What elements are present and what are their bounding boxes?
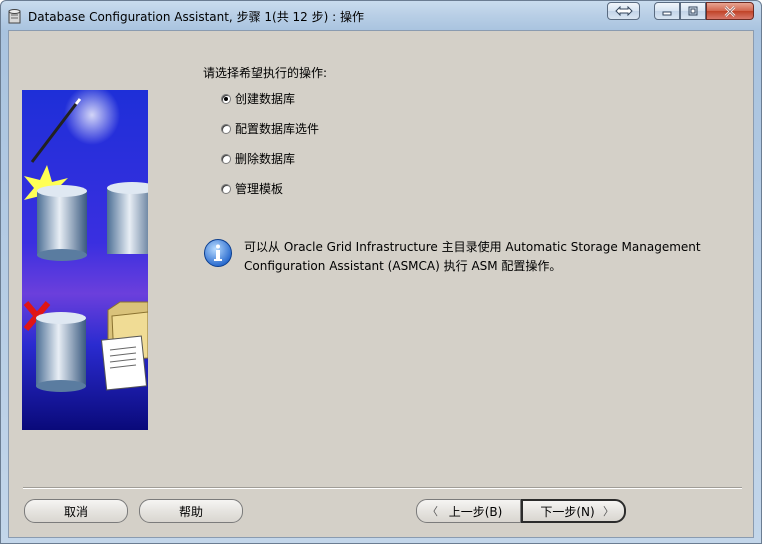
restore-down-button[interactable]	[607, 2, 640, 20]
title-bar[interactable]: Database Configuration Assistant, 步骤 1(共…	[1, 1, 761, 31]
chevron-left-icon: 〈	[427, 505, 438, 518]
restore-arrows-icon	[614, 6, 633, 16]
cancel-button[interactable]: 取消	[24, 499, 128, 523]
radio-selected-icon[interactable]	[221, 93, 231, 104]
close-icon	[724, 5, 736, 17]
dbca-illustration-image	[22, 90, 148, 430]
radio-label: 管理模板	[235, 182, 284, 196]
radio-unselected-icon[interactable]	[221, 153, 231, 164]
operation-prompt: 请选择希望执行的操作:	[203, 66, 328, 80]
radio-unselected-icon[interactable]	[221, 123, 231, 134]
next-label: 下一步(N)	[540, 504, 595, 519]
radio-create-database[interactable]: 创建数据库	[221, 90, 295, 107]
help-button[interactable]: 帮助	[139, 499, 243, 523]
asmca-info-message: 可以从 Oracle Grid Infrastructure 主目录使用 Aut…	[244, 240, 701, 273]
radio-label: 删除数据库	[235, 152, 296, 166]
dialog-client-area: 请选择希望执行的操作: 创建数据库 配置数据库选件 删除数据库 管理模板 可以从…	[8, 30, 754, 538]
next-button[interactable]: 下一步(N) 〉	[521, 499, 626, 523]
cancel-label: 取消	[63, 504, 88, 519]
info-icon	[204, 239, 232, 267]
close-button[interactable]	[706, 2, 754, 20]
chevron-right-icon: 〉	[603, 505, 614, 518]
back-button[interactable]: 〈 上一步(B)	[416, 499, 521, 523]
radio-label: 创建数据库	[235, 92, 296, 106]
back-label: 上一步(B)	[448, 504, 503, 519]
radio-unselected-icon[interactable]	[221, 183, 231, 194]
radio-manage-templates[interactable]: 管理模板	[221, 180, 283, 197]
dbca-window: Database Configuration Assistant, 步骤 1(共…	[0, 0, 762, 544]
button-separator	[23, 487, 742, 489]
maximize-icon	[688, 6, 698, 16]
database-app-icon	[8, 9, 21, 24]
radio-label: 配置数据库选件	[235, 122, 320, 136]
minimize-button[interactable]	[654, 2, 680, 20]
help-label: 帮助	[178, 504, 203, 519]
maximize-button[interactable]	[680, 2, 706, 20]
radio-delete-database[interactable]: 删除数据库	[221, 150, 295, 167]
window-title: Database Configuration Assistant, 步骤 1(共…	[28, 10, 364, 24]
radio-configure-database-options[interactable]: 配置数据库选件	[221, 120, 319, 137]
minimize-icon	[662, 11, 672, 16]
